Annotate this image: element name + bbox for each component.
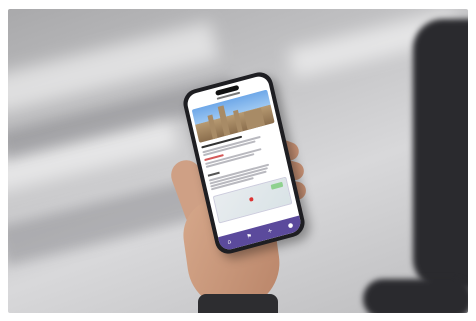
phone-screen: ⌂ ⚑ + ● bbox=[185, 74, 303, 252]
tab-bar: ⌂ ⚑ + ● bbox=[218, 215, 303, 252]
tower bbox=[233, 109, 243, 133]
building bbox=[243, 107, 266, 130]
phone: ⌂ ⚑ + ● bbox=[180, 69, 308, 257]
map-pin-icon bbox=[248, 196, 254, 202]
photo: ⌂ ⚑ + ● bbox=[8, 9, 468, 313]
map-button[interactable] bbox=[270, 181, 284, 190]
person-silhouette bbox=[413, 19, 468, 289]
map-icon[interactable]: ⚑ bbox=[246, 232, 253, 240]
plus-icon[interactable]: + bbox=[267, 227, 273, 235]
tower bbox=[217, 105, 231, 137]
user-icon[interactable]: ● bbox=[287, 221, 294, 229]
sleeve bbox=[198, 294, 278, 313]
home-icon[interactable]: ⌂ bbox=[227, 238, 232, 246]
hero-image bbox=[191, 89, 275, 143]
tower bbox=[207, 114, 218, 140]
person-shoulder bbox=[363, 279, 468, 313]
phone-body: ⌂ ⚑ + ● bbox=[180, 69, 308, 257]
